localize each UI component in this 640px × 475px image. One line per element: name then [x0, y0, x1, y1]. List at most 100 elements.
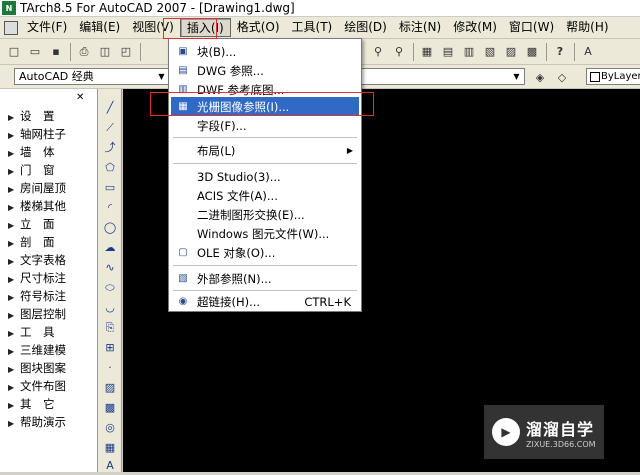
polyline-icon[interactable]: ⤴ [101, 139, 119, 157]
watermark-title: 溜溜自学 [526, 419, 595, 439]
highlight-box-insert-menu [163, 18, 217, 39]
new-file-icon[interactable]: □ [4, 42, 24, 62]
layer-state-icon[interactable]: ◈ [530, 67, 550, 87]
panel-item-other[interactable]: ▶ 其 它 [8, 395, 55, 413]
revision-cloud-icon[interactable]: ☁ [101, 239, 119, 257]
menu-draw[interactable]: 绘图(D) [338, 18, 393, 37]
layer-previous-icon[interactable]: ◇ [552, 67, 572, 87]
menu-modify[interactable]: 修改(M) [447, 18, 503, 37]
panel-item-help-demo[interactable]: ▶ 帮助演示 [8, 413, 66, 431]
insert-menu-dxb[interactable]: 二进制图形交换(E)... [171, 205, 359, 224]
zoom-window-icon[interactable]: ⚲ [368, 42, 388, 62]
menu-separator [173, 265, 357, 266]
region-icon[interactable]: ◎ [101, 419, 119, 437]
calculator-icon[interactable]: ▩ [522, 42, 542, 62]
panel-item-layer-control[interactable]: ▶ 图层控制 [8, 305, 66, 323]
insert-menu-xref[interactable]: ▧ 外部参照(N)... [171, 269, 359, 288]
hyperlink-icon: ◉ [178, 296, 188, 307]
menu-edit[interactable]: 编辑(E) [73, 18, 126, 37]
panel-item-settings[interactable]: ▶ 设 置 [8, 107, 55, 125]
save-icon[interactable]: ▪ [46, 42, 66, 62]
arc-icon[interactable]: ◜ [101, 199, 119, 217]
insert-block-icon[interactable]: ⎘ [101, 319, 119, 337]
gradient-icon[interactable]: ▩ [101, 399, 119, 417]
hatch-icon[interactable]: ▨ [101, 379, 119, 397]
chevron-down-icon: ▼ [158, 72, 165, 81]
insert-menu-hyperlink[interactable]: ◉ 超链接(H)... CTRL+K [171, 292, 359, 311]
close-icon[interactable]: ✕ [76, 92, 84, 103]
menu-dimension[interactable]: 标注(N) [393, 18, 447, 37]
panel-item-3d-modeling[interactable]: ▶ 三维建模 [8, 341, 66, 359]
panel-item-stairs-other[interactable]: ▶ 楼梯其他 [8, 197, 66, 215]
line-icon[interactable]: ╱ [101, 99, 119, 117]
toolbar-separator [413, 42, 414, 61]
panel-item-symbol[interactable]: ▶ 符号标注 [8, 287, 66, 305]
window-title: TArch8.5 For AutoCAD 2007 - [Drawing1.dw… [20, 1, 295, 15]
insert-menu-wmf[interactable]: Windows 图元文件(W)... [171, 224, 359, 243]
panel-item-dimension[interactable]: ▶ 尺寸标注 [8, 269, 66, 287]
insert-menu-3d-studio[interactable]: 3D Studio(3)... [171, 167, 359, 186]
panel-item-text-table[interactable]: ▶ 文字表格 [8, 251, 66, 269]
panel-item-door-window[interactable]: ▶ 门 窗 [8, 161, 55, 179]
rectangle-icon[interactable]: ▭ [101, 179, 119, 197]
tool-palettes-icon[interactable]: ▥ [459, 42, 479, 62]
sheet-set-icon[interactable]: ▧ [480, 42, 500, 62]
markup-icon[interactable]: ▨ [501, 42, 521, 62]
menu-separator [173, 290, 357, 291]
panel-item-wall[interactable]: ▶ 墙 体 [8, 143, 55, 161]
panel-item-tools[interactable]: ▶ 工 具 [8, 323, 55, 341]
menu-separator [173, 137, 357, 138]
preview-icon[interactable]: ◫ [95, 42, 115, 62]
layer-select[interactable]: ▼ [360, 68, 525, 85]
insert-menu-acis[interactable]: ACIS 文件(A)... [171, 186, 359, 205]
workspace-select[interactable]: AutoCAD 经典 ▼ [14, 68, 170, 85]
menu-window[interactable]: 窗口(W) [503, 18, 560, 37]
plot-icon[interactable]: ⎙ [74, 42, 94, 62]
help-icon[interactable]: ? [550, 42, 570, 62]
panel-item-room-roof[interactable]: ▶ 房间屋顶 [8, 179, 66, 197]
block-icon: ▣ [178, 46, 188, 57]
panel-item-section[interactable]: ▶ 剖 面 [8, 233, 55, 251]
color-control-value: ByLayer [601, 71, 640, 82]
publish-icon[interactable]: ◰ [116, 42, 136, 62]
table-icon[interactable]: ▦ [101, 439, 119, 457]
tarch-screen-menu: ✕ ▶ 设 置 ▶ 轴网柱子 ▶ 墙 体 ▶ 门 窗 ▶ 房间屋顶 ▶ 楼梯其他 ▶ 立 面 … [0, 89, 98, 472]
panel-item-block-pattern[interactable]: ▶ 图块图案 [8, 359, 66, 377]
text-style-icon[interactable]: A [578, 42, 598, 62]
properties-icon[interactable]: ▦ [417, 42, 437, 62]
circle-icon[interactable]: ◯ [101, 219, 119, 237]
design-center-icon[interactable]: ▤ [438, 42, 458, 62]
insert-menu-layout[interactable]: 布局(L) ▶ [171, 141, 359, 160]
workspace-value: AutoCAD 经典 [19, 70, 94, 83]
ellipse-icon[interactable]: ⬭ [101, 279, 119, 297]
title-bar: N TArch8.5 For AutoCAD 2007 - [Drawing1.… [0, 0, 640, 17]
multiline-text-icon[interactable]: A [101, 457, 119, 475]
menu-help[interactable]: 帮助(H) [560, 18, 614, 37]
panel-item-elevation[interactable]: ▶ 立 面 [8, 215, 55, 233]
menu-tools[interactable]: 工具(T) [286, 18, 339, 37]
system-menu-icon[interactable] [4, 20, 18, 35]
construction-line-icon[interactable]: ⟋ [101, 119, 119, 137]
open-file-icon[interactable]: ▭ [25, 42, 45, 62]
insert-menu-field[interactable]: 字段(F)... [171, 116, 359, 135]
insert-menu-block[interactable]: ▣ 块(B)... [171, 42, 359, 61]
spline-icon[interactable]: ∿ [101, 259, 119, 277]
menu-file[interactable]: 文件(F) [21, 18, 73, 37]
dwg-reference-icon: ▤ [178, 65, 188, 76]
toolbar-separator [70, 42, 71, 61]
make-block-icon[interactable]: ⊞ [101, 339, 119, 357]
toolbar-separator [546, 42, 547, 61]
insert-menu-ole-object[interactable]: ▢ OLE 对象(O)... [171, 243, 359, 262]
menu-separator [173, 163, 357, 164]
toolbar-separator [140, 42, 141, 61]
polygon-icon[interactable]: ⬠ [101, 159, 119, 177]
insert-menu-dwg-reference[interactable]: ▤ DWG 参照... [171, 61, 359, 80]
menu-format[interactable]: 格式(O) [231, 18, 286, 37]
panel-item-axis-column[interactable]: ▶ 轴网柱子 [8, 125, 66, 143]
panel-item-file-layout[interactable]: ▶ 文件布图 [8, 377, 66, 395]
watermark-url: ZIXUE.3D66.COM [526, 439, 596, 449]
zoom-previous-icon[interactable]: ⚲ [389, 42, 409, 62]
ellipse-arc-icon[interactable]: ◡ [101, 299, 119, 317]
point-icon[interactable]: · [101, 359, 119, 377]
color-control[interactable]: ByLayer [586, 68, 640, 85]
